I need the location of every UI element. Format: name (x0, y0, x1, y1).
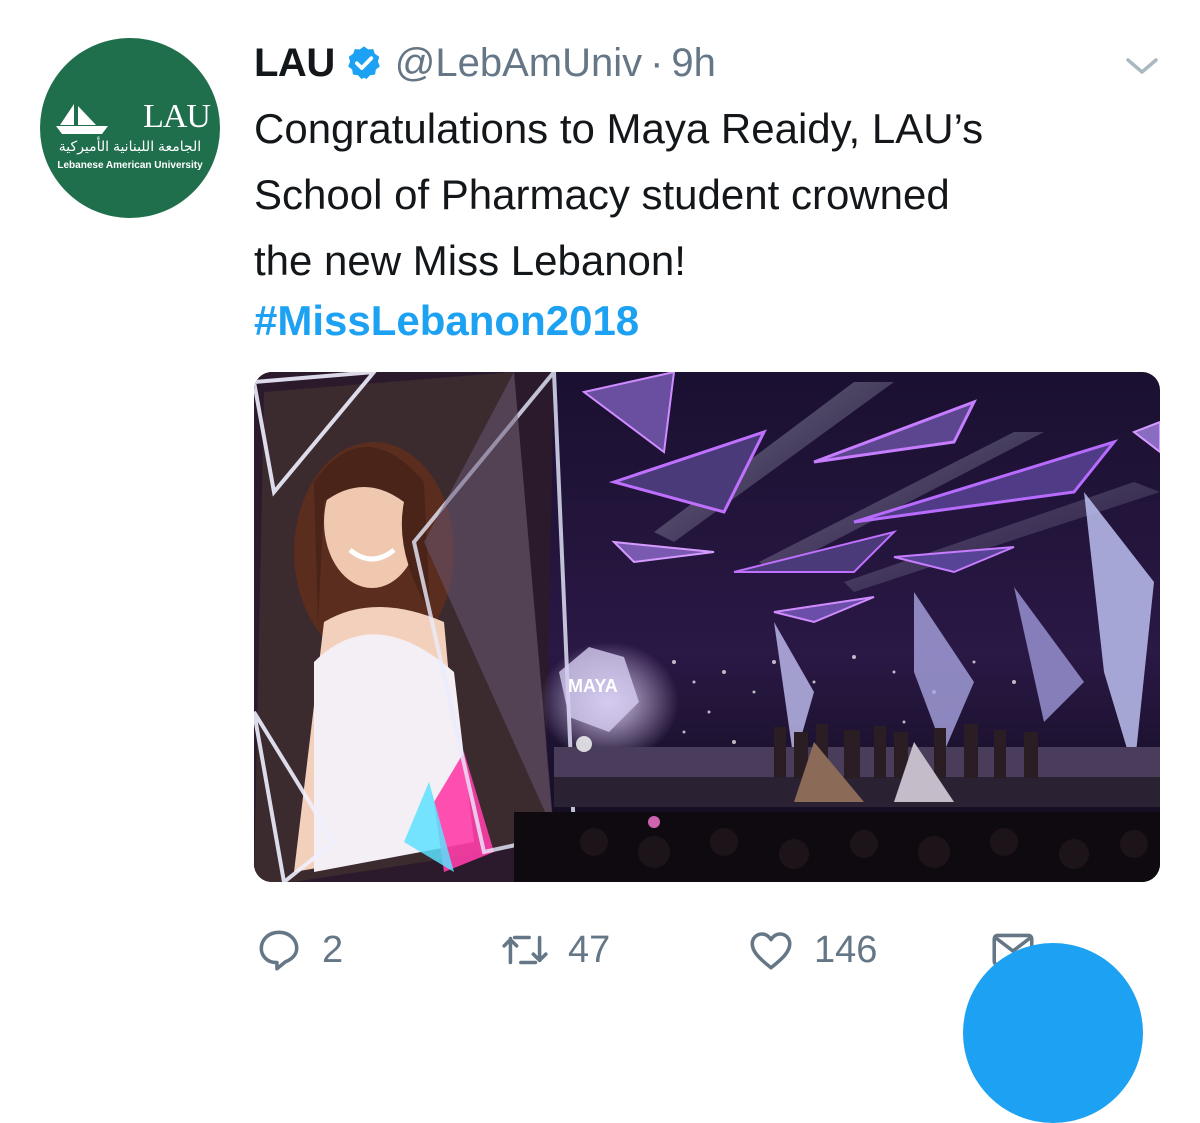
user-handle[interactable]: @LebAmUniv (395, 41, 642, 86)
retweet-button[interactable]: 47 (500, 918, 610, 982)
lau-logo: LAU (46, 100, 216, 136)
reply-count: 2 (322, 928, 344, 971)
tweet-text-line: the new Miss Lebanon! (254, 237, 686, 284)
header-separator: · (650, 40, 664, 85)
verified-badge-icon (347, 46, 380, 79)
tweet-text: Congratulations to Maya Reaidy, LAU’s Sc… (254, 96, 1154, 294)
like-count: 146 (814, 928, 878, 971)
tweet-timestamp[interactable]: 9h (671, 41, 716, 86)
retweet-icon (502, 935, 548, 965)
reply-icon (259, 930, 299, 971)
chevron-down-icon[interactable] (1122, 52, 1162, 80)
avatar-arabic-text: الجامعة اللبنانية الأميركية (58, 138, 202, 154)
hashtag-link[interactable]: #MissLebanon2018 (254, 288, 639, 354)
screen-text: MAYA (568, 676, 618, 696)
tweet-photo[interactable]: MAYA (254, 372, 1160, 882)
avatar-subtitle: Lebanese American University (57, 160, 203, 171)
tweet-text-line: School of Pharmacy student crowned (254, 171, 950, 218)
tweet-header: LAU @LebAmUniv · 9h (254, 38, 716, 88)
compose-tweet-button[interactable] (963, 943, 1143, 1123)
tweet-text-line: Congratulations to Maya Reaidy, LAU’s (254, 105, 984, 152)
heart-icon (750, 932, 792, 970)
reply-button[interactable]: 2 (254, 918, 343, 982)
retweet-count: 47 (568, 928, 611, 971)
display-name[interactable]: LAU (254, 41, 335, 86)
stage-photo-illustration: MAYA (254, 372, 1160, 882)
avatar[interactable]: LAU الجامعة اللبنانية الأميركية Lebanese… (40, 38, 220, 218)
avatar-logo-text: LAU (143, 98, 211, 135)
like-button[interactable]: 146 (746, 918, 877, 982)
ship-logo-icon (56, 104, 108, 134)
